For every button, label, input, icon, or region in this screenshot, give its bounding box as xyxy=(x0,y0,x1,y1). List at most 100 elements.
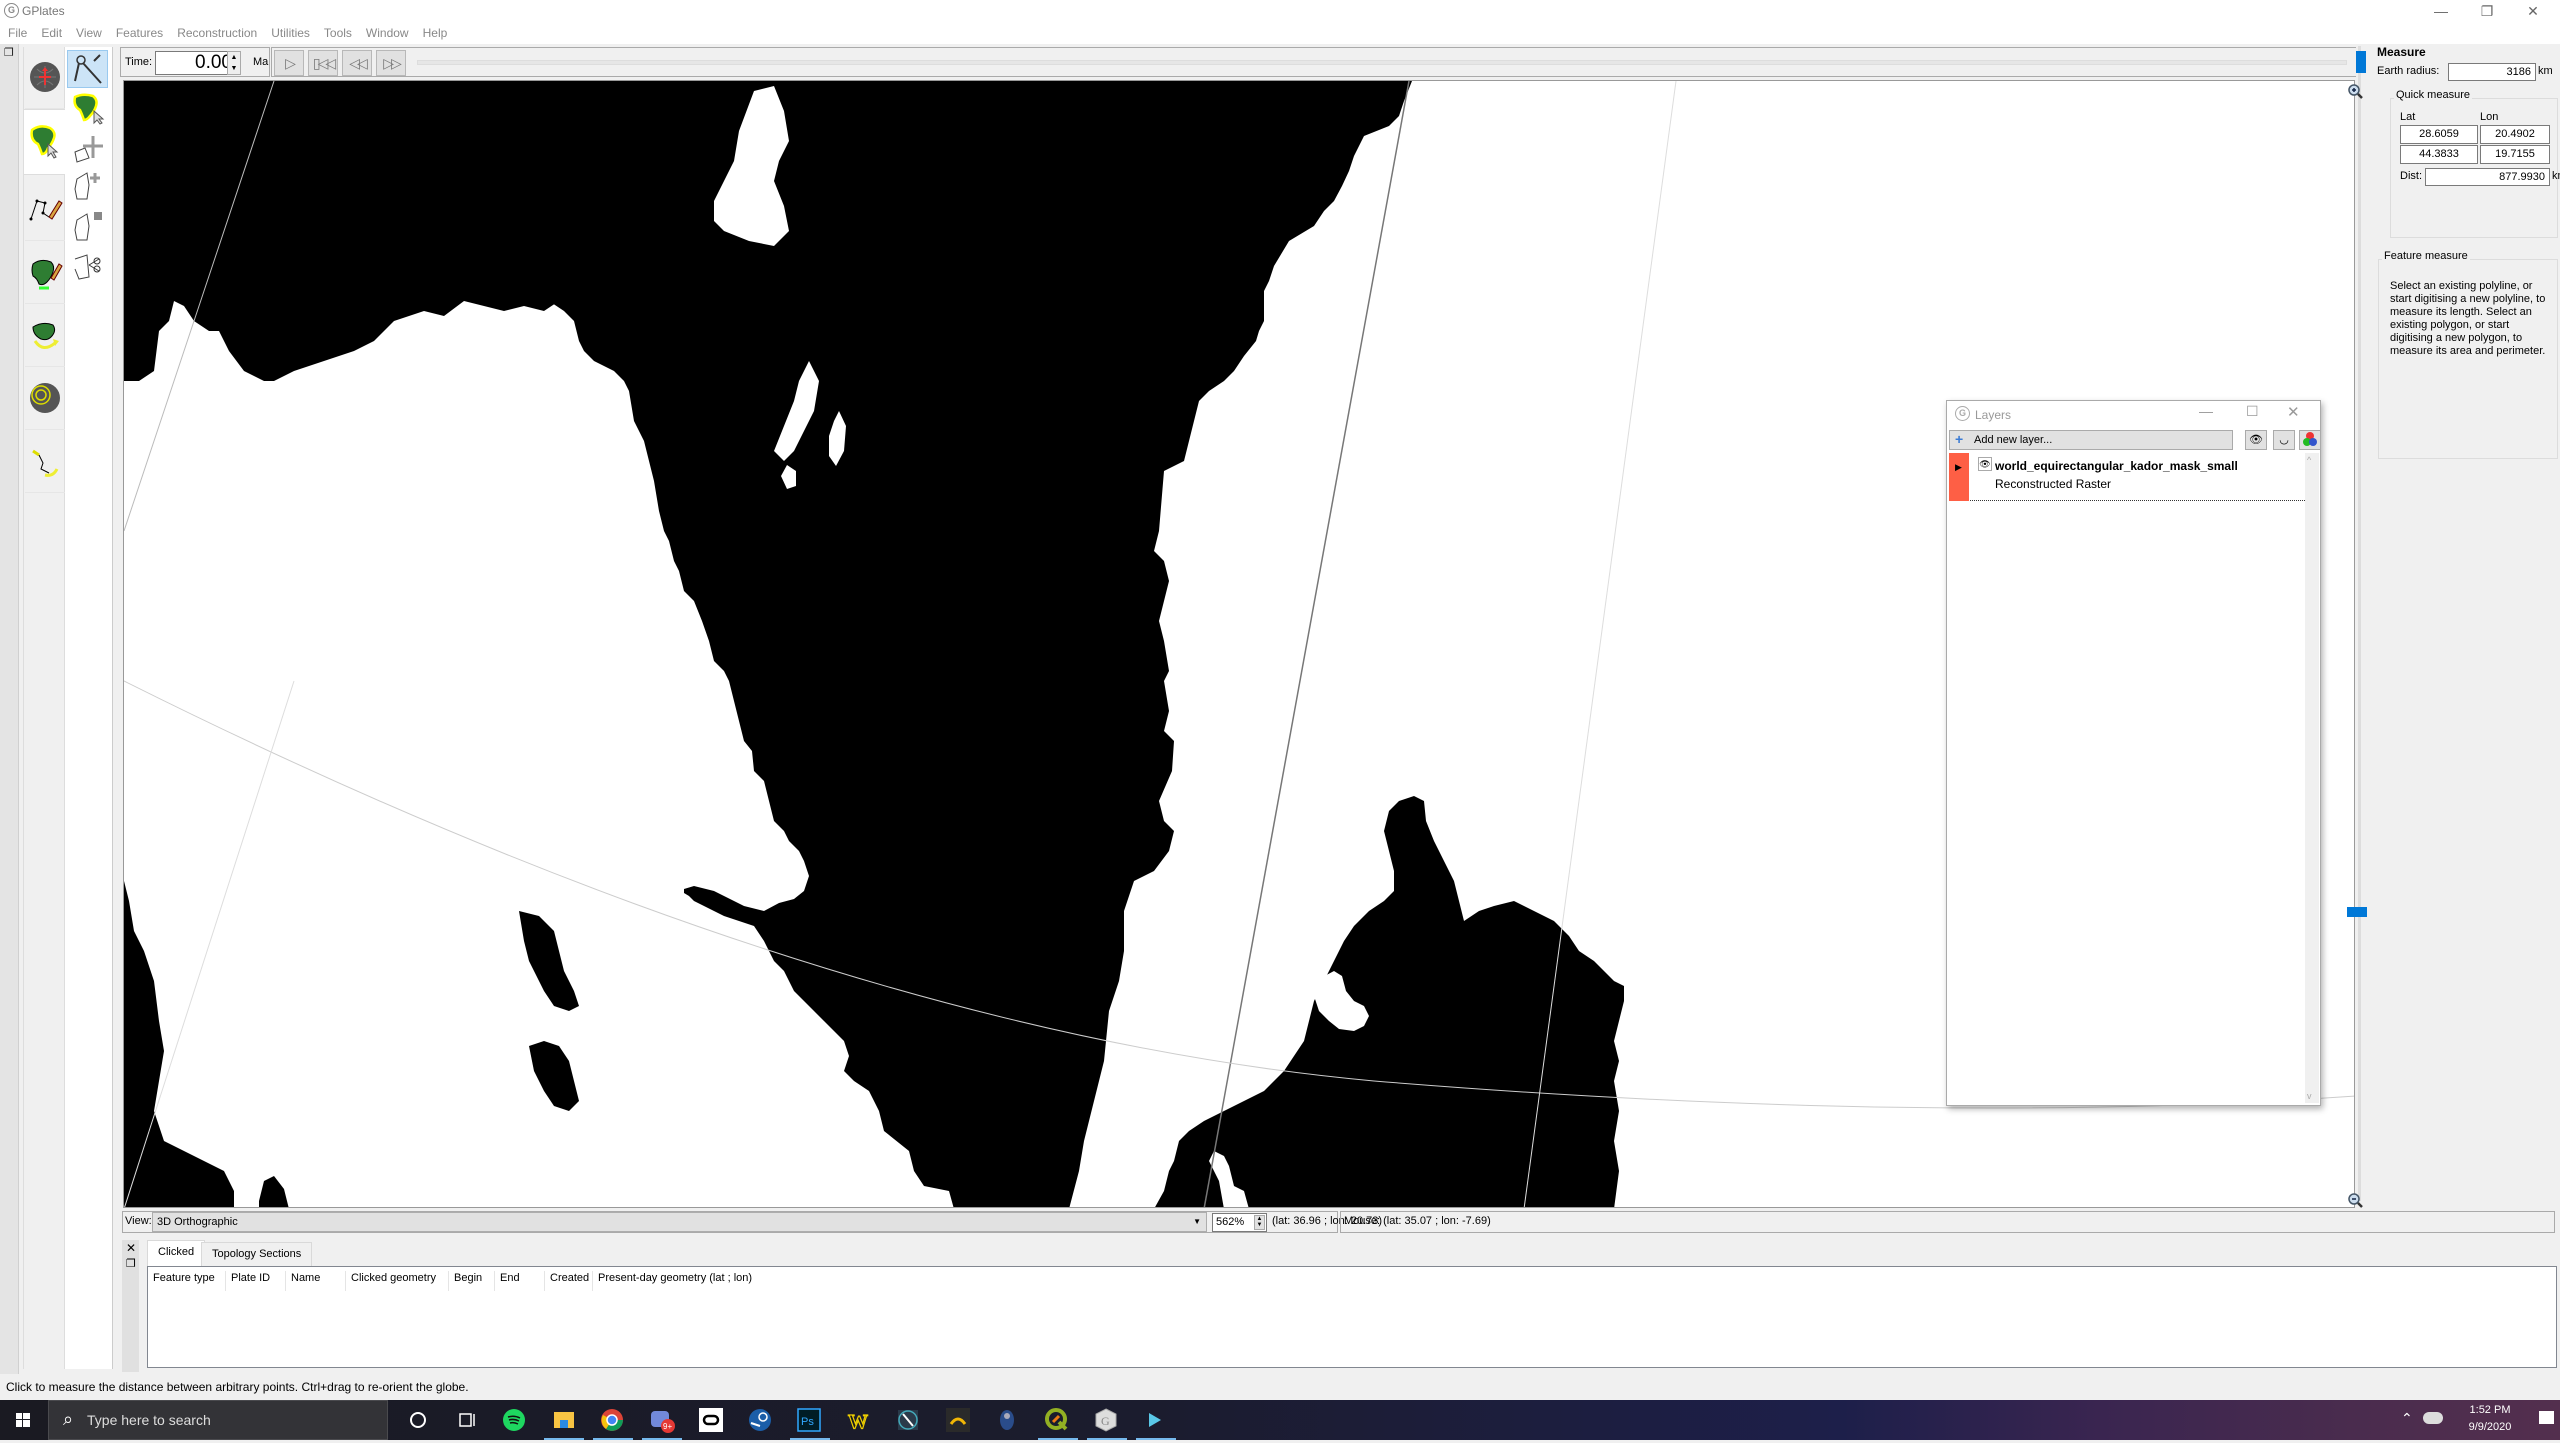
eye-icon: 👁 xyxy=(2249,434,2263,446)
choose-feature-subtool[interactable] xyxy=(67,91,108,129)
point2-lat-field[interactable]: 44.3833 xyxy=(2400,145,2478,164)
clock-time[interactable]: 1:52 PM xyxy=(2455,1404,2525,1416)
spotify-icon[interactable] xyxy=(500,1406,528,1434)
start-button[interactable] xyxy=(0,1400,46,1440)
menu-help[interactable]: Help xyxy=(415,22,454,44)
column-header[interactable]: Clicked geometry xyxy=(346,1271,449,1291)
restore-button[interactable]: ❐ xyxy=(2464,0,2510,22)
split-feature-tool[interactable] xyxy=(67,247,108,285)
column-header[interactable]: Name xyxy=(286,1271,346,1291)
play-button[interactable]: ▷ xyxy=(274,50,304,76)
steam-icon[interactable] xyxy=(746,1406,774,1434)
projection-select[interactable]: 3D Orthographic ▼ xyxy=(152,1212,1207,1232)
feature-results-table: Feature type Plate ID Name Clicked geome… xyxy=(147,1266,2557,1368)
wow-icon[interactable]: W xyxy=(845,1406,873,1434)
small-circle-tool[interactable] xyxy=(25,368,65,430)
add-layer-button[interactable]: + Add new layer... xyxy=(1949,430,2233,450)
column-header[interactable]: Plate ID xyxy=(226,1271,286,1291)
menu-tools[interactable]: Tools xyxy=(316,22,358,44)
layers-close-button[interactable]: ✕ xyxy=(2287,403,2300,421)
cinema-app-icon[interactable] xyxy=(894,1406,922,1434)
chrome-icon[interactable] xyxy=(598,1406,626,1434)
delete-vertex-tool[interactable] xyxy=(67,208,108,246)
menu-features[interactable]: Features xyxy=(108,22,169,44)
measure-distance-tool[interactable] xyxy=(67,50,108,88)
menu-file[interactable]: File xyxy=(0,22,33,44)
powershell-icon[interactable] xyxy=(1141,1406,1169,1434)
close-button[interactable]: ✕ xyxy=(2510,0,2556,22)
tab-clicked[interactable]: Clicked xyxy=(147,1240,206,1267)
view-bar: View: 3D Orthographic ▼ 562% ▲ ▼ (lat: 36… xyxy=(122,1211,2557,1233)
digitise-geometry-tool[interactable] xyxy=(25,179,65,241)
layers-minimize-button[interactable]: — xyxy=(2199,403,2213,419)
point2-lon-field[interactable]: 19.7155 xyxy=(2480,145,2550,164)
onedrive-icon[interactable] xyxy=(2423,1412,2443,1424)
step-back-button[interactable]: ◁◁ xyxy=(342,50,372,76)
float-restore-icon[interactable]: ❐ xyxy=(4,46,14,59)
point1-lon-field[interactable]: 20.4902 xyxy=(2480,125,2550,144)
point1-lat-field[interactable]: 28.6059 xyxy=(2400,125,2478,144)
file-explorer-icon[interactable] xyxy=(550,1406,578,1434)
taskbar-search-box[interactable]: ⌕ Type here to search xyxy=(48,1400,388,1440)
zoom-value: 562% xyxy=(1216,1216,1245,1228)
globe-app-icon[interactable] xyxy=(993,1406,1021,1434)
menu-view[interactable]: View xyxy=(68,22,108,44)
time-control: Time: 0.00 ▲ ▼ Ma xyxy=(120,47,270,77)
action-center-icon[interactable] xyxy=(2539,1411,2554,1424)
earth-radius-input[interactable]: 3186 xyxy=(2448,63,2536,81)
menu-edit[interactable]: Edit xyxy=(33,22,68,44)
yellow-arc-app-icon[interactable] xyxy=(944,1406,972,1434)
menu-utilities[interactable]: Utilities xyxy=(263,22,316,44)
zoom-slider-handle[interactable] xyxy=(2347,907,2367,917)
layer-colouring-button[interactable] xyxy=(2299,430,2321,450)
time-input[interactable]: 0.00 xyxy=(155,51,237,75)
zoom-slider-track[interactable] xyxy=(2358,46,2361,1201)
choose-feature-tool[interactable] xyxy=(23,109,66,175)
float-restore-icon[interactable]: ❐ xyxy=(126,1257,136,1270)
reset-to-begin-button[interactable]: ▯◁◁ xyxy=(308,50,338,76)
cortana-icon[interactable] xyxy=(404,1406,432,1434)
qgis-icon[interactable] xyxy=(1043,1406,1071,1434)
column-header[interactable]: Present-day geometry (lat ; lon) xyxy=(593,1271,793,1291)
layer-visibility-toggle[interactable]: 👁 xyxy=(1978,457,1992,471)
africa-pencil-icon xyxy=(31,259,63,290)
zoom-slider[interactable] xyxy=(2347,46,2371,1211)
zoom-spinner[interactable]: ▲ ▼ xyxy=(1254,1215,1265,1230)
column-header[interactable]: Begin xyxy=(449,1271,495,1291)
show-hidden-icons-chevron[interactable]: ⌃ xyxy=(2401,1410,2413,1427)
gplates-logo-icon: G xyxy=(1955,406,1970,421)
photoshop-icon[interactable]: Ps xyxy=(795,1406,823,1434)
modify-geometry-tool[interactable] xyxy=(25,242,65,304)
column-header[interactable]: Created xyxy=(545,1271,593,1291)
layers-scrollbar[interactable]: ^ v xyxy=(2305,453,2319,1103)
layers-maximize-button[interactable]: ☐ xyxy=(2246,403,2259,420)
drag-globe-tool[interactable] xyxy=(25,47,65,109)
menu-reconstruction[interactable]: Reconstruction xyxy=(169,22,263,44)
pole-manipulation-tool[interactable] xyxy=(25,305,65,367)
menu-window[interactable]: Window xyxy=(358,22,415,44)
insert-vertex-tool[interactable] xyxy=(67,169,108,207)
task-view-icon[interactable] xyxy=(453,1406,481,1434)
hide-all-layers-button[interactable]: ◡ xyxy=(2273,430,2295,450)
discord-icon[interactable]: 9+ xyxy=(648,1406,676,1434)
minimize-button[interactable]: — xyxy=(2418,0,2464,22)
gplates-taskbar-icon[interactable]: G xyxy=(1092,1406,1120,1434)
topology-tool[interactable] xyxy=(25,431,65,493)
tab-topology-sections[interactable]: Topology Sections xyxy=(201,1242,313,1266)
time-spinner[interactable]: ▲ ▼ xyxy=(227,51,241,75)
column-header[interactable]: End xyxy=(495,1271,545,1291)
step-forward-button[interactable]: ▷▷ xyxy=(376,50,406,76)
column-header[interactable]: Feature type xyxy=(148,1271,226,1291)
close-panel-icon[interactable]: ✕ xyxy=(126,1241,136,1255)
expand-triangle-icon[interactable]: ▶ xyxy=(1955,462,1962,473)
oculus-icon[interactable] xyxy=(697,1406,725,1434)
show-all-layers-button[interactable]: 👁 xyxy=(2245,430,2267,450)
layer-item[interactable]: ▶ 👁 world_equirectangular_kador_mask_sma… xyxy=(1949,453,2307,501)
zoom-percent-input[interactable]: 562% ▲ ▼ xyxy=(1212,1213,1267,1232)
time-slider[interactable] xyxy=(417,60,2347,65)
zoom-in-icon[interactable] xyxy=(2347,83,2363,99)
zoom-out-icon[interactable] xyxy=(2347,1192,2363,1208)
move-vertex-tool[interactable] xyxy=(67,130,108,168)
left-dock-handle[interactable]: ❐ xyxy=(0,44,19,1374)
clock-date[interactable]: 9/9/2020 xyxy=(2455,1421,2525,1433)
